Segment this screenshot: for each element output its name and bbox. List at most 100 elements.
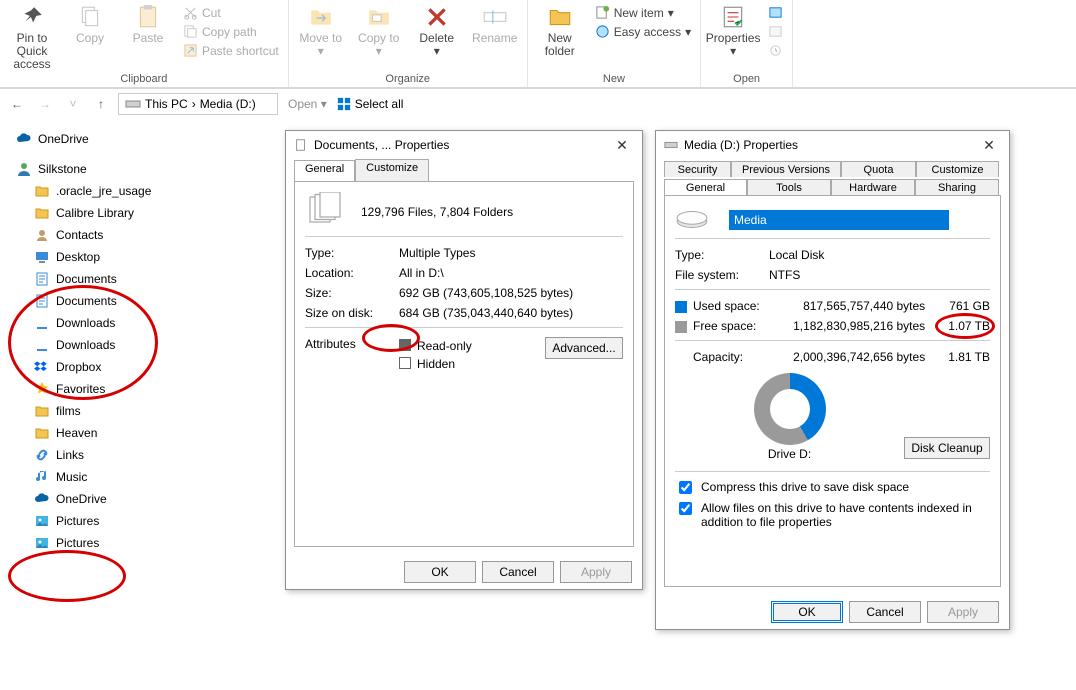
tree-item[interactable]: Calibre Library	[6, 202, 264, 224]
tree-item-label: Pictures	[56, 536, 99, 550]
tab-general[interactable]: General	[294, 160, 355, 182]
new-item-button[interactable]: New item ▾	[592, 4, 694, 21]
select-all-button[interactable]: Select all	[337, 97, 404, 111]
files-folders-count: 129,796 Files, 7,804 Folders	[361, 205, 513, 219]
tree-item[interactable]: Pictures	[6, 510, 264, 532]
tree-item[interactable]: Documents	[6, 290, 264, 312]
pin-icon	[19, 4, 45, 30]
tree-item[interactable]: Links	[6, 444, 264, 466]
tree-item[interactable]: films	[6, 400, 264, 422]
tree-item[interactable]: Dropbox	[6, 356, 264, 378]
advanced-button[interactable]: Advanced...	[545, 337, 623, 359]
crumb-drive[interactable]: Media (D:)	[200, 97, 256, 111]
documents-properties-dialog: Documents, ... Properties ✕ General Cust…	[285, 130, 643, 590]
dialog-titlebar[interactable]: Documents, ... Properties ✕	[286, 131, 642, 159]
paste-button: Paste	[122, 2, 174, 45]
capacity-bytes: 2,000,396,742,656 bytes	[781, 350, 925, 364]
pin-to-quick-access-button[interactable]: Pin to Quick access	[6, 2, 58, 71]
tree-item[interactable]: Heaven	[6, 422, 264, 444]
drive-name-input[interactable]: Media	[729, 210, 949, 230]
folder-icon	[34, 183, 50, 199]
free-human: 1.07 TB	[935, 319, 990, 333]
size-label: Size:	[305, 286, 389, 300]
new-folder-label: New folder	[534, 32, 586, 58]
tree-item-label: Heaven	[56, 426, 97, 440]
tab-general-drive[interactable]: General	[664, 179, 747, 195]
tree-item-label: Desktop	[56, 250, 100, 264]
index-checkbox[interactable]	[679, 502, 692, 515]
tab-quota[interactable]: Quota	[841, 161, 916, 177]
size-on-disk-value: 684 GB (735,043,440,640 bytes)	[399, 306, 623, 320]
type-label: Type:	[305, 246, 389, 260]
tab-previous-versions[interactable]: Previous Versions	[731, 161, 841, 177]
free-bytes: 1,182,830,985,216 bytes	[781, 319, 926, 333]
tree-item[interactable]: Documents	[6, 268, 264, 290]
tree-item[interactable]: OneDrive	[6, 488, 264, 510]
ok-button[interactable]: OK	[404, 561, 476, 583]
tabs-row-top: Security Previous Versions Quota Customi…	[656, 159, 1009, 177]
tree-user[interactable]: Silkstone	[6, 158, 264, 180]
open-dropdown: Open ▾	[288, 97, 327, 111]
rename-icon	[482, 4, 508, 30]
open-option-2	[765, 23, 786, 40]
properties-icon	[720, 4, 746, 30]
ok-button[interactable]: OK	[771, 601, 843, 623]
select-all-icon	[337, 97, 351, 111]
user-icon	[16, 161, 32, 177]
tree-item[interactable]: .oracle_jre_usage	[6, 180, 264, 202]
recent-dropdown[interactable]: ˅	[62, 93, 84, 115]
cancel-button[interactable]: Cancel	[849, 601, 921, 623]
disk-cleanup-button[interactable]: Disk Cleanup	[904, 437, 990, 459]
properties-button[interactable]: Properties▾	[707, 2, 759, 58]
tree-item[interactable]: Contacts	[6, 224, 264, 246]
tab-tools[interactable]: Tools	[747, 179, 831, 195]
new-item-label: New item	[614, 6, 664, 20]
forward-button: →	[34, 93, 56, 115]
tab-customize[interactable]: Customize	[355, 159, 429, 181]
compress-checkbox[interactable]	[679, 481, 692, 494]
tab-hardware[interactable]: Hardware	[831, 179, 915, 195]
close-button[interactable]: ✕	[610, 137, 634, 154]
tab-customize-drive[interactable]: Customize	[916, 161, 999, 177]
free-swatch	[675, 321, 687, 333]
crumb-this-pc[interactable]: This PC	[145, 97, 188, 111]
cloud-icon	[16, 131, 32, 147]
close-button[interactable]: ✕	[977, 137, 1001, 154]
tree-onedrive[interactable]: OneDrive	[6, 128, 264, 150]
open-option-1[interactable]	[765, 4, 786, 21]
tree-item[interactable]: Downloads	[6, 312, 264, 334]
size-value: 692 GB (743,605,108,525 bytes)	[399, 286, 623, 300]
tree-item[interactable]: Downloads	[6, 334, 264, 356]
readonly-checkbox[interactable]	[399, 339, 411, 351]
hidden-checkbox[interactable]	[399, 357, 411, 369]
address-bar[interactable]: This PC › Media (D:)	[118, 93, 278, 115]
copy-path-icon	[183, 24, 198, 39]
delete-icon	[424, 4, 450, 30]
back-button[interactable]: ←	[6, 93, 28, 115]
tree-item[interactable]: Favorites	[6, 378, 264, 400]
cancel-button[interactable]: Cancel	[482, 561, 554, 583]
attributes-label: Attributes	[305, 337, 389, 351]
apply-button: Apply	[560, 561, 632, 583]
capacity-human: 1.81 TB	[935, 350, 990, 364]
folder-icon	[34, 227, 50, 243]
tree-item[interactable]: Music	[6, 466, 264, 488]
easy-access-button[interactable]: Easy access ▾	[592, 23, 694, 40]
open-option-3	[765, 42, 786, 59]
new-folder-button[interactable]: New folder	[534, 2, 586, 58]
paste-shortcut-label: Paste shortcut	[202, 44, 279, 58]
copy-path-label: Copy path	[202, 25, 257, 39]
organize-group-label: Organize	[385, 72, 430, 86]
dialog-titlebar[interactable]: Media (D:) Properties ✕	[656, 131, 1009, 159]
group-open: Properties▾ Open	[701, 0, 793, 87]
fs-value: NTFS	[769, 268, 990, 282]
tree-item[interactable]: Pictures	[6, 532, 264, 554]
tab-sharing[interactable]: Sharing	[915, 179, 999, 195]
paste-icon	[135, 4, 161, 30]
tree-item-label: films	[56, 404, 81, 418]
up-button[interactable]: ↑	[90, 93, 112, 115]
delete-button[interactable]: Delete▾	[411, 2, 463, 58]
used-human: 761 GB	[935, 299, 990, 313]
tab-security[interactable]: Security	[664, 161, 731, 177]
tree-item[interactable]: Desktop	[6, 246, 264, 268]
